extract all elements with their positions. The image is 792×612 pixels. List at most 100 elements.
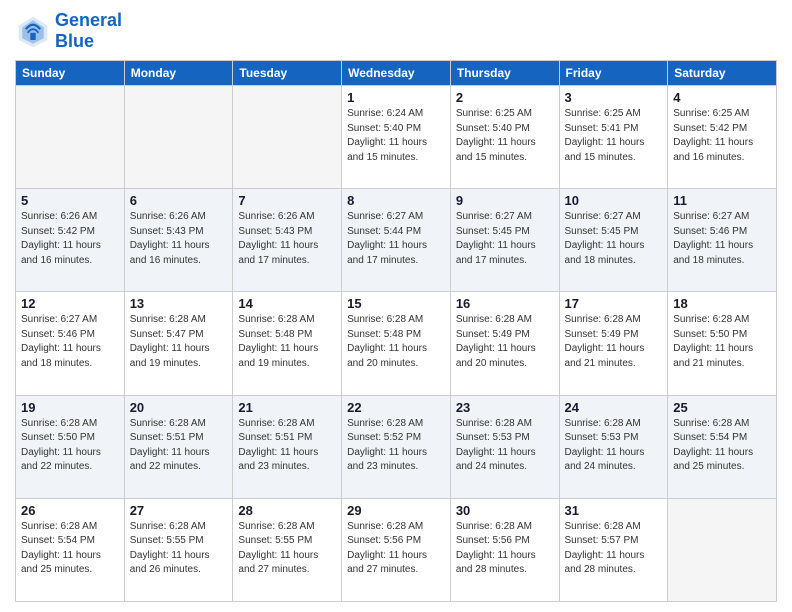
day-info: Sunrise: 6:28 AM Sunset: 5:56 PM Dayligh… [347, 520, 445, 578]
day-number: 8 [347, 193, 445, 208]
day-info: Sunrise: 6:28 AM Sunset: 5:48 PM Dayligh… [238, 313, 336, 371]
calendar-cell-3-7: 18 Sunrise: 6:28 AM Sunset: 5:50 PM Dayli… [668, 292, 777, 395]
calendar-cell-5-1: 26 Sunrise: 6:28 AM Sunset: 5:54 PM Dayli… [16, 498, 125, 601]
day-header-tuesday: Tuesday [233, 61, 342, 86]
calendar-cell-2-3: 7 Sunrise: 6:26 AM Sunset: 5:43 PM Daylig… [233, 189, 342, 292]
day-header-thursday: Thursday [450, 61, 559, 86]
day-header-wednesday: Wednesday [342, 61, 451, 86]
day-number: 9 [456, 193, 554, 208]
calendar-cell-1-5: 2Sunrise: 6:25 AM Sunset: 5:40 PM Daylig… [450, 86, 559, 189]
calendar-cell-2-1: 5 Sunrise: 6:26 AM Sunset: 5:42 PM Daylig… [16, 189, 125, 292]
calendar-cell-3-6: 17 Sunrise: 6:28 AM Sunset: 5:49 PM Dayli… [559, 292, 668, 395]
day-header-friday: Friday [559, 61, 668, 86]
day-info: Sunrise: 6:25 AM Sunset: 5:41 PM Dayligh… [565, 107, 663, 165]
day-info: Sunrise: 6:28 AM Sunset: 5:48 PM Dayligh… [347, 313, 445, 371]
day-number: 26 [21, 503, 119, 518]
calendar-cell-4-7: 25 Sunrise: 6:28 AM Sunset: 5:54 PM Dayli… [668, 395, 777, 498]
day-number: 3 [565, 90, 663, 105]
calendar-cell-5-5: 30 Sunrise: 6:28 AM Sunset: 5:56 PM Dayli… [450, 498, 559, 601]
calendar-cell-2-7: 11Sunrise: 6:27 AM Sunset: 5:46 PM Dayli… [668, 189, 777, 292]
day-info: Sunrise: 6:27 AM Sunset: 5:45 PM Dayligh… [565, 210, 663, 268]
calendar-cell-4-4: 22 Sunrise: 6:28 AM Sunset: 5:52 PM Dayli… [342, 395, 451, 498]
day-info: Sunrise: 6:28 AM Sunset: 5:55 PM Dayligh… [130, 520, 228, 578]
day-info: Sunrise: 6:28 AM Sunset: 5:49 PM Dayligh… [565, 313, 663, 371]
day-number: 10 [565, 193, 663, 208]
day-number: 2 [456, 90, 554, 105]
day-info: Sunrise: 6:26 AM Sunset: 5:43 PM Dayligh… [238, 210, 336, 268]
day-number: 14 [238, 296, 336, 311]
logo: General Blue [15, 10, 122, 52]
day-number: 27 [130, 503, 228, 518]
day-number: 1 [347, 90, 445, 105]
day-number: 15 [347, 296, 445, 311]
day-header-sunday: Sunday [16, 61, 125, 86]
calendar-cell-1-1 [16, 86, 125, 189]
calendar-cell-1-2 [124, 86, 233, 189]
day-header-saturday: Saturday [668, 61, 777, 86]
calendar-week-4: 19 Sunrise: 6:28 AM Sunset: 5:50 PM Dayli… [16, 395, 777, 498]
day-header-monday: Monday [124, 61, 233, 86]
calendar-cell-1-4: 1Sunrise: 6:24 AM Sunset: 5:40 PM Daylig… [342, 86, 451, 189]
calendar-cell-3-4: 15 Sunrise: 6:28 AM Sunset: 5:48 PM Dayli… [342, 292, 451, 395]
day-number: 22 [347, 400, 445, 415]
calendar-cell-5-6: 31Sunrise: 6:28 AM Sunset: 5:57 PM Dayli… [559, 498, 668, 601]
calendar-cell-1-6: 3 Sunrise: 6:25 AM Sunset: 5:41 PM Daylig… [559, 86, 668, 189]
calendar-cell-3-1: 12 Sunrise: 6:27 AM Sunset: 5:46 PM Dayli… [16, 292, 125, 395]
day-number: 24 [565, 400, 663, 415]
calendar-cell-4-5: 23Sunrise: 6:28 AM Sunset: 5:53 PM Dayli… [450, 395, 559, 498]
day-number: 5 [21, 193, 119, 208]
day-info: Sunrise: 6:27 AM Sunset: 5:46 PM Dayligh… [21, 313, 119, 371]
day-info: Sunrise: 6:28 AM Sunset: 5:51 PM Dayligh… [130, 417, 228, 475]
day-info: Sunrise: 6:25 AM Sunset: 5:42 PM Dayligh… [673, 107, 771, 165]
day-number: 25 [673, 400, 771, 415]
day-number: 30 [456, 503, 554, 518]
day-info: Sunrise: 6:28 AM Sunset: 5:47 PM Dayligh… [130, 313, 228, 371]
day-number: 7 [238, 193, 336, 208]
day-number: 29 [347, 503, 445, 518]
logo-icon [15, 13, 51, 49]
calendar-week-5: 26 Sunrise: 6:28 AM Sunset: 5:54 PM Dayli… [16, 498, 777, 601]
calendar-cell-2-5: 9 Sunrise: 6:27 AM Sunset: 5:45 PM Daylig… [450, 189, 559, 292]
calendar-cell-2-4: 8 Sunrise: 6:27 AM Sunset: 5:44 PM Daylig… [342, 189, 451, 292]
calendar-cell-3-5: 16Sunrise: 6:28 AM Sunset: 5:49 PM Dayli… [450, 292, 559, 395]
calendar-cell-1-7: 4 Sunrise: 6:25 AM Sunset: 5:42 PM Daylig… [668, 86, 777, 189]
day-number: 18 [673, 296, 771, 311]
day-number: 23 [456, 400, 554, 415]
calendar-cell-4-6: 24 Sunrise: 6:28 AM Sunset: 5:53 PM Dayli… [559, 395, 668, 498]
day-info: Sunrise: 6:27 AM Sunset: 5:45 PM Dayligh… [456, 210, 554, 268]
calendar-cell-4-2: 20 Sunrise: 6:28 AM Sunset: 5:51 PM Dayli… [124, 395, 233, 498]
day-info: Sunrise: 6:28 AM Sunset: 5:53 PM Dayligh… [565, 417, 663, 475]
calendar-header-row: SundayMondayTuesdayWednesdayThursdayFrid… [16, 61, 777, 86]
calendar-cell-5-3: 28Sunrise: 6:28 AM Sunset: 5:55 PM Dayli… [233, 498, 342, 601]
day-info: Sunrise: 6:28 AM Sunset: 5:54 PM Dayligh… [21, 520, 119, 578]
day-number: 4 [673, 90, 771, 105]
day-info: Sunrise: 6:28 AM Sunset: 5:52 PM Dayligh… [347, 417, 445, 475]
day-number: 6 [130, 193, 228, 208]
day-number: 13 [130, 296, 228, 311]
calendar-cell-5-7 [668, 498, 777, 601]
day-number: 20 [130, 400, 228, 415]
calendar-cell-2-6: 10 Sunrise: 6:27 AM Sunset: 5:45 PM Dayli… [559, 189, 668, 292]
calendar-cell-5-4: 29 Sunrise: 6:28 AM Sunset: 5:56 PM Dayli… [342, 498, 451, 601]
calendar-week-2: 5 Sunrise: 6:26 AM Sunset: 5:42 PM Daylig… [16, 189, 777, 292]
day-info: Sunrise: 6:27 AM Sunset: 5:46 PM Dayligh… [673, 210, 771, 268]
day-info: Sunrise: 6:28 AM Sunset: 5:51 PM Dayligh… [238, 417, 336, 475]
calendar-week-1: 1Sunrise: 6:24 AM Sunset: 5:40 PM Daylig… [16, 86, 777, 189]
day-info: Sunrise: 6:27 AM Sunset: 5:44 PM Dayligh… [347, 210, 445, 268]
calendar-cell-3-2: 13 Sunrise: 6:28 AM Sunset: 5:47 PM Dayli… [124, 292, 233, 395]
day-number: 16 [456, 296, 554, 311]
page: General Blue SundayMondayTuesdayWednesda… [0, 0, 792, 612]
day-info: Sunrise: 6:28 AM Sunset: 5:57 PM Dayligh… [565, 520, 663, 578]
day-number: 17 [565, 296, 663, 311]
day-info: Sunrise: 6:26 AM Sunset: 5:42 PM Dayligh… [21, 210, 119, 268]
calendar-cell-4-3: 21Sunrise: 6:28 AM Sunset: 5:51 PM Dayli… [233, 395, 342, 498]
day-info: Sunrise: 6:28 AM Sunset: 5:50 PM Dayligh… [673, 313, 771, 371]
calendar-cell-1-3 [233, 86, 342, 189]
day-info: Sunrise: 6:28 AM Sunset: 5:56 PM Dayligh… [456, 520, 554, 578]
day-number: 19 [21, 400, 119, 415]
day-info: Sunrise: 6:28 AM Sunset: 5:54 PM Dayligh… [673, 417, 771, 475]
header: General Blue [15, 10, 777, 52]
day-number: 12 [21, 296, 119, 311]
day-info: Sunrise: 6:26 AM Sunset: 5:43 PM Dayligh… [130, 210, 228, 268]
day-info: Sunrise: 6:28 AM Sunset: 5:50 PM Dayligh… [21, 417, 119, 475]
